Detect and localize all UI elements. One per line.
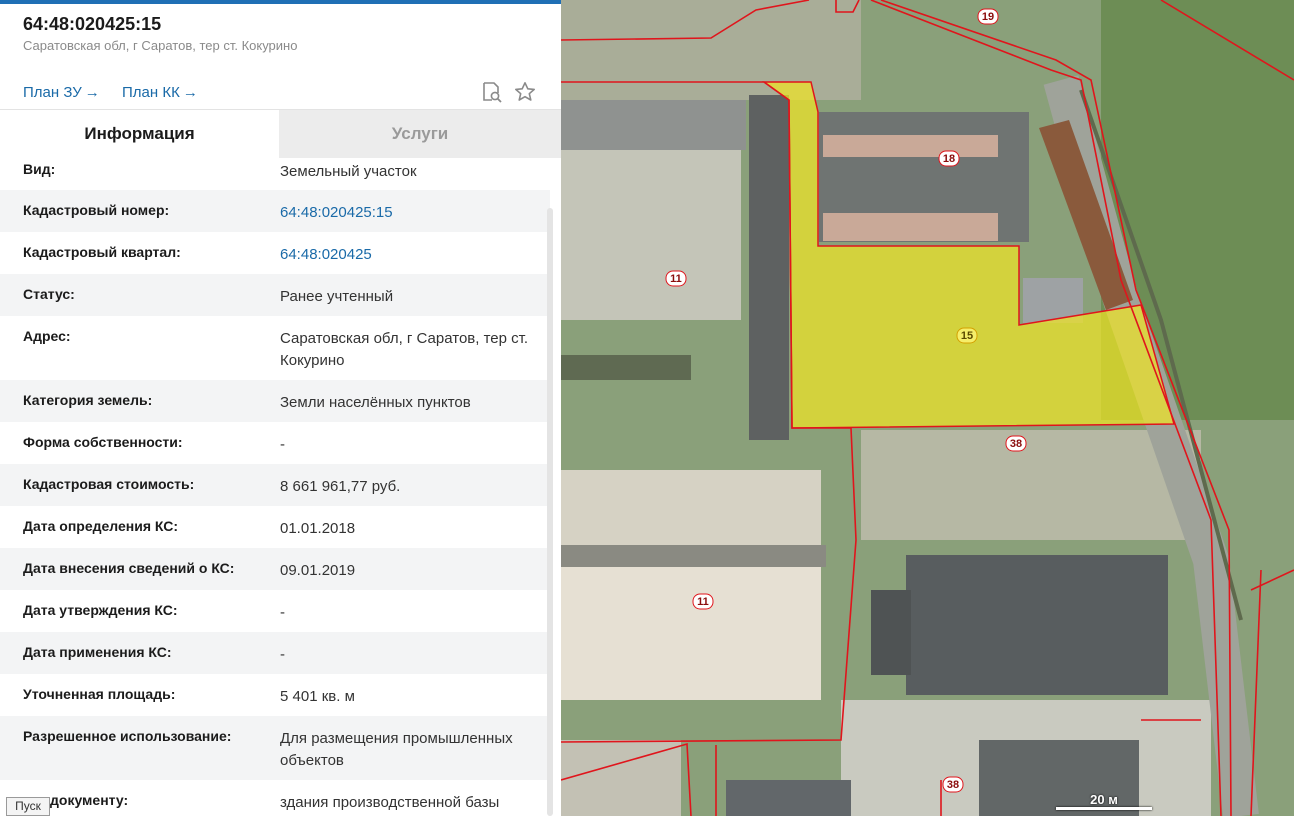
row-label: Разрешенное использование:: [23, 728, 232, 744]
cadastral-number-title: 64:48:020425:15: [23, 14, 162, 34]
row-value: 5 401 кв. м: [280, 688, 355, 705]
info-row: Дата внесения сведений о КС: 09.01.2019: [0, 548, 550, 590]
info-row: Форма собственности: -: [0, 422, 550, 464]
plan-kk-label: План КК: [122, 84, 180, 101]
row-label: Категория земель:: [23, 392, 153, 408]
info-row: Дата утверждения КС: -: [0, 590, 550, 632]
cadastral-number-link[interactable]: 64:48:020425:15: [280, 202, 545, 224]
tab-services[interactable]: Услуги: [279, 110, 561, 158]
scrollbar[interactable]: [547, 208, 553, 816]
row-label: документу:: [50, 792, 129, 808]
info-row: Адрес: Саратовская обл, г Саратов, тер с…: [0, 316, 550, 380]
row-label: Кадастровая стоимость:: [23, 476, 195, 492]
arrow-right-icon: →: [182, 84, 198, 101]
row-label: Дата внесения сведений о КС:: [23, 560, 235, 576]
address-subtitle: Саратовская обл, г Саратов, тер ст. Коку…: [23, 38, 298, 53]
plan-zu-label: План ЗУ: [23, 84, 82, 101]
row-label: Статус:: [23, 286, 75, 302]
plan-zu-link[interactable]: План ЗУ →: [23, 84, 100, 101]
row-value: -: [280, 604, 285, 621]
map-labels: 19 18 11 15 38 11 38: [665, 8, 1027, 793]
tab-bar: Информация Услуги: [0, 110, 561, 158]
info-row: Дата применения КС: -: [0, 632, 550, 674]
info-row: документу: здания производственной базы: [0, 780, 550, 816]
plan-kk-link[interactable]: План КК →: [122, 84, 198, 101]
row-label: Уточненная площадь:: [23, 686, 176, 702]
row-value: Ранее учтенный: [280, 288, 394, 305]
parcel-label-18: 18: [943, 153, 955, 165]
row-value: Саратовская обл, г Саратов, тер ст. Коку…: [280, 330, 529, 369]
panel-header: 64:48:020425:15 Саратовская обл, г Сарат…: [0, 4, 561, 110]
row-value: -: [280, 436, 285, 453]
row-label: Кадастровый квартал:: [23, 244, 181, 260]
row-label: Кадастровый номер:: [23, 202, 170, 218]
info-row: Кадастровый номер: 64:48:020425:15: [0, 190, 550, 232]
cadastral-quarter-link[interactable]: 64:48:020425: [280, 244, 545, 266]
info-row: Кадастровая стоимость: 8 661 961,77 руб.: [0, 464, 550, 506]
info-row: Дата определения КС: 01.01.2018: [0, 506, 550, 548]
row-value: Земли населённых пунктов: [280, 394, 471, 411]
row-label: Форма собственности:: [23, 434, 183, 450]
row-label: Дата применения КС:: [23, 644, 172, 660]
start-button[interactable]: Пуск: [6, 797, 50, 816]
map-view[interactable]: 19 18 11 15 38 11 38: [561, 0, 1294, 816]
star-icon[interactable]: [513, 80, 537, 104]
info-row: Статус: Ранее учтенный: [0, 274, 550, 316]
arrow-right-icon: →: [84, 84, 100, 101]
row-label: Дата определения КС:: [23, 518, 179, 534]
info-panel: 64:48:020425:15 Саратовская обл, г Сарат…: [0, 0, 561, 816]
parcel-label-38: 38: [1010, 438, 1022, 450]
row-value: Земельный участок: [280, 163, 417, 180]
document-search-icon[interactable]: [480, 80, 504, 104]
row-value: здания производственной базы: [280, 794, 500, 811]
scale-bar: [1056, 807, 1152, 810]
info-row: Категория земель: Земли населённых пункт…: [0, 380, 550, 422]
info-row: Вид: Земельный участок: [0, 158, 550, 190]
info-table: Вид: Земельный участок Кадастровый номер…: [0, 158, 550, 816]
row-value: Для размещения промышленных объектов: [280, 730, 513, 769]
row-value: -: [280, 646, 285, 663]
parcel-label-19: 19: [982, 11, 994, 23]
parcel-label-11b: 11: [697, 596, 709, 608]
info-row: Уточненная площадь: 5 401 кв. м: [0, 674, 550, 716]
scale-label: 20 м: [1090, 792, 1118, 807]
map-scale: 20 м: [1056, 792, 1152, 812]
row-label: Дата утверждения КС:: [23, 602, 178, 618]
parcel-label-15: 15: [961, 330, 973, 342]
row-value: 01.01.2018: [280, 520, 356, 537]
parcel-label-11: 11: [670, 273, 682, 285]
row-value: 8 661 961,77 руб.: [280, 478, 401, 495]
info-row: Разрешенное использование: Для размещени…: [0, 716, 550, 780]
parcel-label-38b: 38: [947, 779, 959, 791]
row-value: 09.01.2019: [280, 562, 356, 579]
info-row: Кадастровый квартал: 64:48:020425: [0, 232, 550, 274]
row-label: Адрес:: [23, 328, 71, 344]
tab-information[interactable]: Информация: [0, 110, 279, 158]
row-label: Вид:: [23, 161, 56, 177]
